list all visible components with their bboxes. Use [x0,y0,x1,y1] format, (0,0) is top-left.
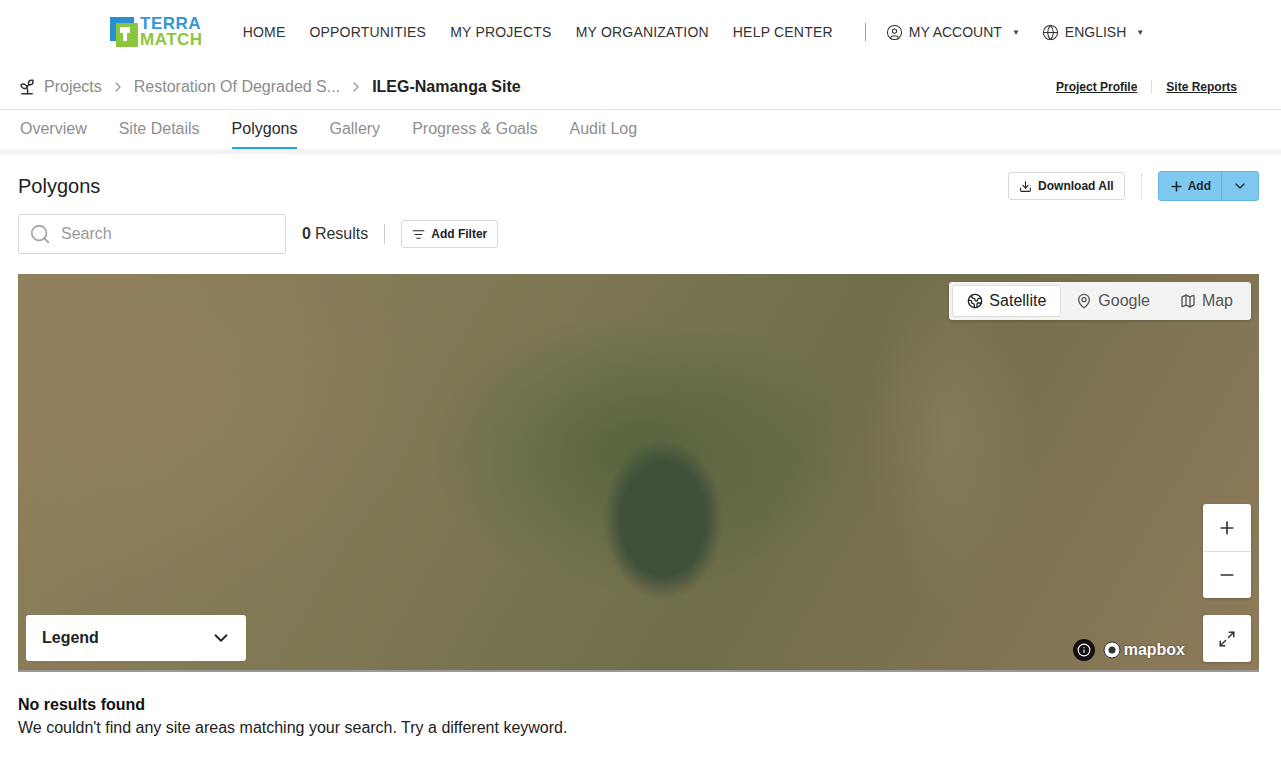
breadcrumb-item[interactable]: Projects [44,78,102,96]
attribution: mapbox [1073,639,1185,661]
minus-icon [1217,565,1237,585]
zoom-out-button[interactable] [1203,551,1251,598]
nav-item[interactable]: HOME [243,24,286,40]
language-menu[interactable]: ENGLISH▼ [1042,24,1144,41]
chevron-right-icon [348,79,364,95]
chevron-down-icon [1232,178,1248,194]
actions: Download All Add [1008,171,1259,201]
tab[interactable]: Gallery [329,110,380,149]
nav-item[interactable]: OPPORTUNITIES [309,24,426,40]
terramatch-logo-icon [110,17,138,47]
map[interactable]: SatelliteGoogleMap mapbox Legend [18,274,1259,672]
account-menu[interactable]: MY ACCOUNT▼ [886,24,1020,41]
tab[interactable]: Polygons [232,110,298,149]
header-link[interactable]: Site Reports [1151,80,1251,94]
zoom-controls [1203,504,1251,598]
layer-button[interactable]: Map [1165,285,1248,317]
search-row: 0Results Add Filter [18,214,1259,254]
legend-dropdown[interactable]: Legend [26,615,246,661]
filter-icon [412,228,425,241]
nav-divider [865,23,866,41]
fullscreen-icon [1218,630,1236,648]
empty-state: No results found We couldn't find any sit… [18,696,1259,737]
header-links: Project ProfileSite Reports [1042,80,1251,94]
section-title: Polygons [18,175,100,198]
layer-icon [1180,293,1196,309]
download-icon [1019,180,1032,193]
result-count: 0Results [302,225,368,243]
add-split-button: Add [1158,171,1259,201]
user-icon [886,24,903,41]
tab[interactable]: Progress & Goals [412,110,537,149]
plus-icon [1169,179,1184,194]
nav-list: HOME OPPORTUNITIES MY PROJECTS MY ORGANIZAT… [243,24,833,40]
breadcrumb-item: ILEG-Namanga Site [372,78,520,96]
logo-text: TERRAMATCH [140,16,203,48]
layer-switch: SatelliteGoogleMap [949,282,1251,320]
action-divider [1141,173,1142,199]
zoom-in-button[interactable] [1203,504,1251,551]
plus-icon [1217,518,1237,538]
empty-title: No results found [18,696,1259,714]
tab[interactable]: Audit Log [570,110,638,149]
add-filter-button[interactable]: Add Filter [401,220,498,248]
caret: ▼ [1136,28,1144,37]
breadcrumb-bar: Projects Restoration Of Degraded S... ILEG… [0,64,1281,110]
content: Polygons Download All Add 0Results Add Filte… [0,154,1281,757]
breadcrumb-item[interactable]: Restoration Of Degraded S... [134,78,340,96]
search-field[interactable] [18,214,286,254]
top-nav: TERRAMATCH HOME OPPORTUNITIES MY PROJECTS MY… [0,0,1281,64]
add-dropdown-button[interactable] [1221,172,1258,200]
info-button[interactable] [1073,639,1095,661]
fullscreen-button[interactable] [1203,615,1251,662]
search-icon [29,223,51,245]
nav-item[interactable]: MY ORGANIZATION [576,24,709,40]
header-link[interactable]: Project Profile [1042,80,1151,94]
title-row: Polygons Download All Add [18,171,1259,201]
chevron-down-icon [210,627,232,649]
mapbox-icon [1103,641,1121,659]
tab[interactable]: Site Details [119,110,200,149]
breadcrumb: Projects Restoration Of Degraded S... ILEG… [18,78,521,96]
chevron-right-icon [110,79,126,95]
logo[interactable]: TERRAMATCH [110,16,203,48]
layer-button[interactable]: Satellite [952,285,1061,317]
mapbox-logo[interactable]: mapbox [1103,641,1185,659]
search-input[interactable] [59,224,275,244]
download-all-button[interactable]: Download All [1008,172,1125,200]
nav-item[interactable]: HELP CENTER [733,24,833,40]
layer-button[interactable]: Google [1061,285,1165,317]
empty-message: We couldn't find any site areas matching… [18,719,1259,737]
search-divider [384,224,385,244]
info-icon [1077,643,1091,657]
layer-icon [967,293,983,309]
projects-icon [18,78,36,96]
layer-icon [1076,293,1092,309]
tab[interactable]: Overview [20,110,87,149]
tab-bar: Overview Site Details Polygons Gallery Progr… [0,110,1281,154]
caret: ▼ [1012,28,1020,37]
nav-item[interactable]: MY PROJECTS [450,24,552,40]
add-button[interactable]: Add [1159,172,1221,200]
page: TERRAMATCH HOME OPPORTUNITIES MY PROJECTS MY… [0,0,1281,781]
globe-icon [1042,24,1059,41]
